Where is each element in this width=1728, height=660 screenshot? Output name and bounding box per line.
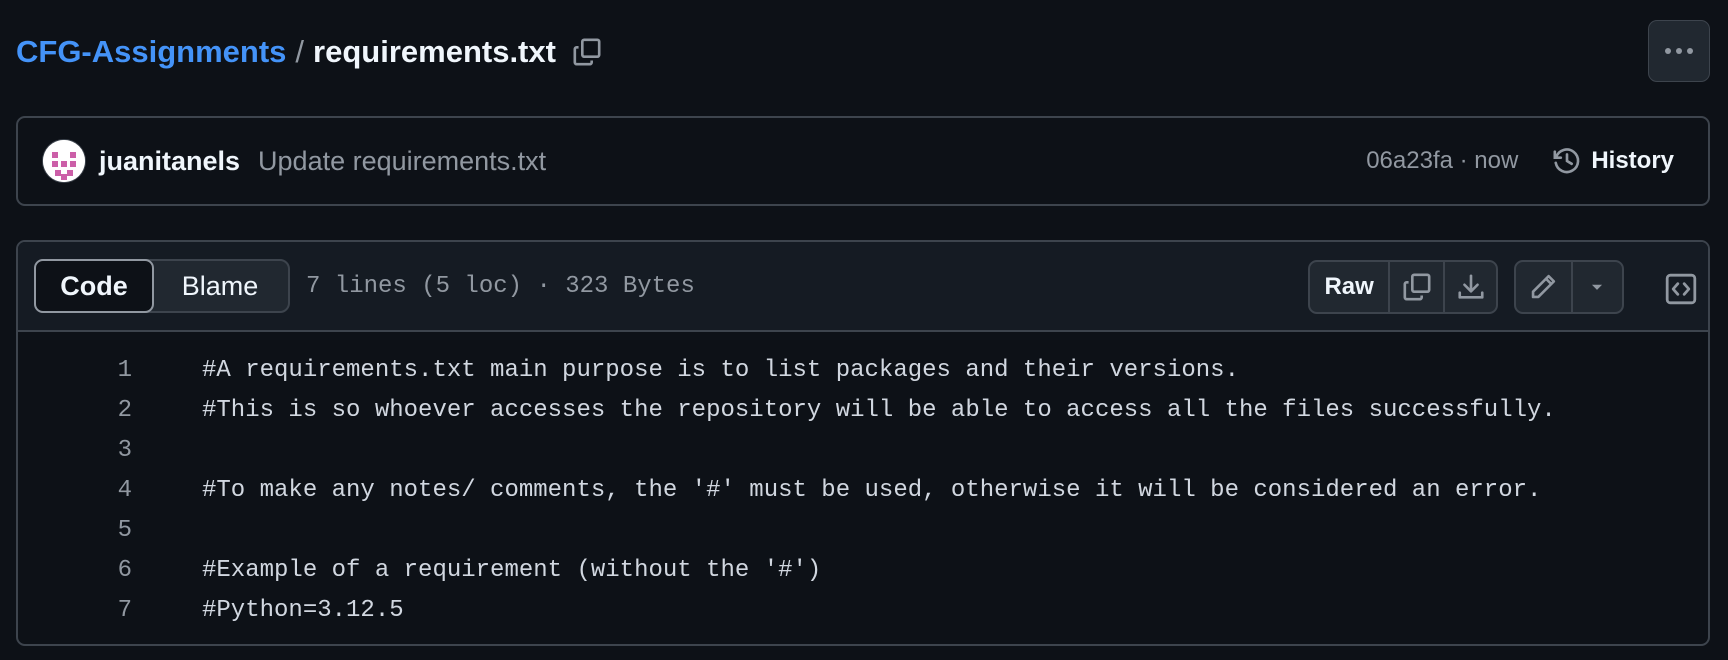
line-content: #Example of a requirement (without the '… <box>202 556 822 584</box>
code-line: 7 #Python=3.12.5 <box>18 590 1708 630</box>
code-line: 2 #This is so whoever accesses the reposi… <box>18 390 1708 430</box>
line-number[interactable]: 1 <box>18 357 132 384</box>
identicon-image <box>43 140 85 182</box>
code-square-icon <box>1665 273 1697 305</box>
triangle-down-icon <box>1592 284 1603 290</box>
line-content: #Python=3.12.5 <box>202 596 404 624</box>
view-mode-toggle: Code Blame <box>34 259 290 313</box>
raw-button[interactable]: Raw <box>1310 262 1388 312</box>
copy-icon <box>1403 273 1431 301</box>
raw-actions-group: Raw <box>1308 260 1498 314</box>
line-content: #A requirements.txt main purpose is to l… <box>202 356 1239 384</box>
history-button[interactable]: History <box>1552 146 1674 176</box>
history-icon <box>1553 148 1580 174</box>
commit-message[interactable]: Update requirements.txt <box>258 146 546 177</box>
code-line: 3 <box>18 430 1708 470</box>
breadcrumb-separator: / <box>295 34 305 69</box>
commit-sha-and-time[interactable]: 06a23fa · now <box>1366 147 1518 175</box>
line-number[interactable]: 6 <box>18 557 132 584</box>
copy-path-button[interactable] <box>570 35 604 69</box>
code-line: 1 #A requirements.txt main purpose is to … <box>18 350 1708 390</box>
copy-raw-button[interactable] <box>1388 262 1443 312</box>
code-content: 1 #A requirements.txt main purpose is to … <box>18 332 1708 630</box>
edit-button[interactable] <box>1516 262 1571 312</box>
symbols-panel-button[interactable] <box>1658 266 1704 312</box>
code-line: 4 #To make any notes/ comments, the '#' m… <box>18 470 1708 510</box>
breadcrumb-file-name: requirements.txt <box>313 34 556 69</box>
edit-actions-group <box>1514 260 1624 314</box>
raw-label: Raw <box>1324 273 1374 300</box>
file-viewer: Code Blame 7 lines (5 loc) · 323 Bytes R… <box>16 240 1710 646</box>
file-header: Code Blame 7 lines (5 loc) · 323 Bytes R… <box>18 242 1708 332</box>
kebab-horizontal-icon <box>1665 48 1693 54</box>
line-number[interactable]: 5 <box>18 517 132 544</box>
line-content: #To make any notes/ comments, the '#' mu… <box>202 476 1542 504</box>
download-button[interactable] <box>1443 262 1496 312</box>
breadcrumb-repo-link[interactable]: CFG-Assignments <box>16 34 286 70</box>
line-number[interactable]: 4 <box>18 477 132 504</box>
code-line: 5 <box>18 510 1708 550</box>
latest-commit-box: juanitanels Update requirements.txt 06a2… <box>16 116 1710 206</box>
pencil-icon <box>1532 274 1556 299</box>
line-number[interactable]: 7 <box>18 597 132 624</box>
history-label: History <box>1591 147 1674 174</box>
download-icon <box>1458 274 1484 299</box>
copy-icon <box>573 38 601 66</box>
line-number[interactable]: 3 <box>18 437 132 464</box>
line-content: #This is so whoever accesses the reposit… <box>202 396 1556 424</box>
file-info: 7 lines (5 loc) · 323 Bytes <box>306 272 695 300</box>
tab-blame[interactable]: Blame <box>152 261 288 311</box>
avatar[interactable] <box>43 140 85 182</box>
breadcrumb: CFG-Assignments / requirements.txt <box>16 28 604 76</box>
code-line: 6 #Example of a requirement (without the … <box>18 550 1708 590</box>
line-number[interactable]: 2 <box>18 397 132 424</box>
tab-code[interactable]: Code <box>34 259 154 313</box>
commit-author[interactable]: juanitanels <box>99 146 240 177</box>
edit-options-dropdown[interactable] <box>1570 262 1622 312</box>
more-options-button[interactable] <box>1648 20 1710 82</box>
